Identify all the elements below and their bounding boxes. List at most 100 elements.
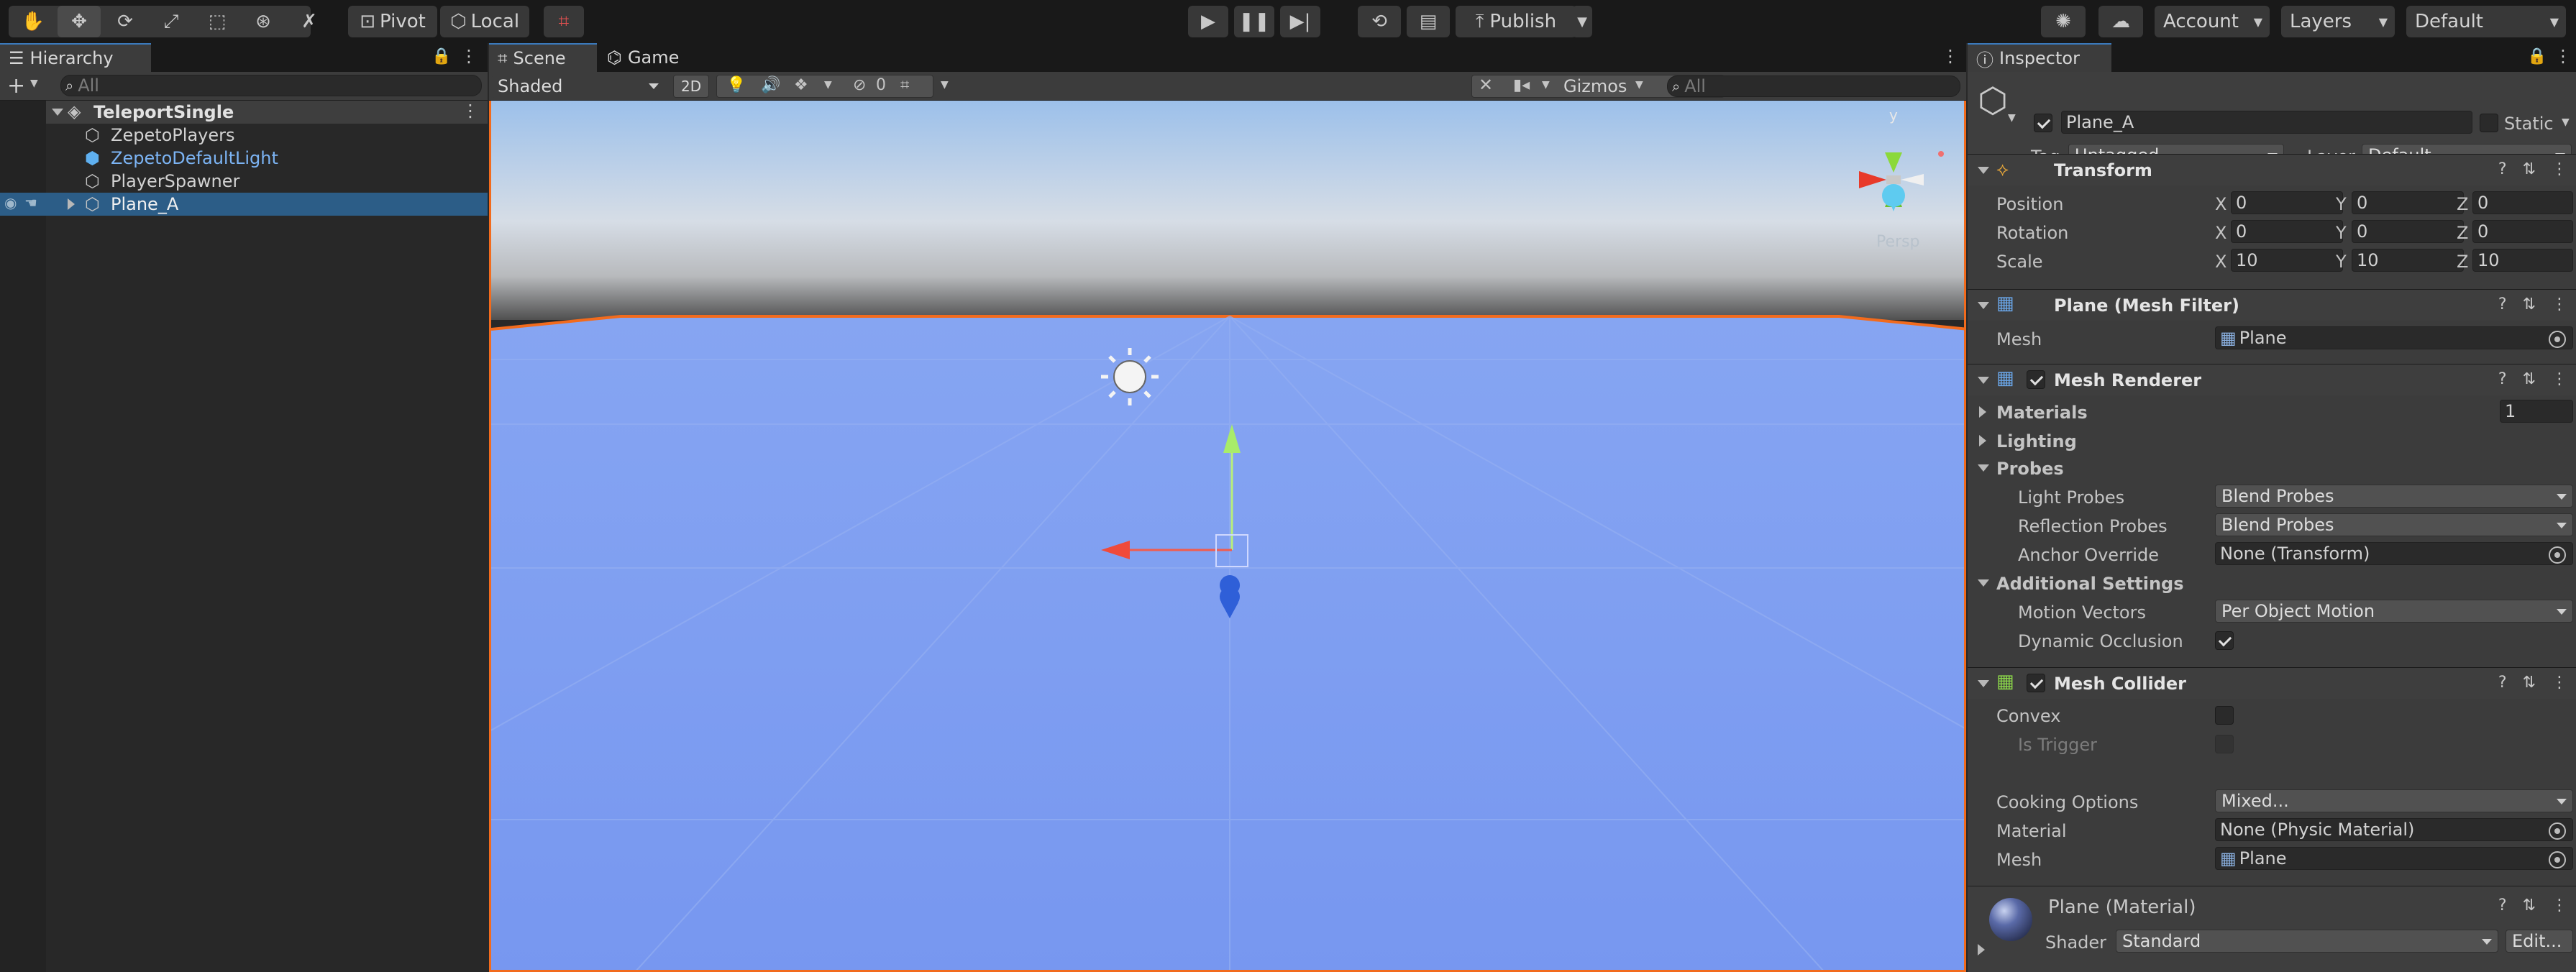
chevron-down-icon[interactable]: ▼ — [2008, 112, 2016, 124]
hand-tool-button[interactable]: ✋ — [12, 6, 55, 37]
pause-button[interactable]: ❚❚ — [1234, 6, 1274, 37]
camera-icon[interactable]: ▮◂ — [1513, 76, 1530, 94]
chevron-down-icon[interactable]: ▼ — [1542, 79, 1550, 91]
hierarchy-item-selected[interactable]: ◉ ☚ ⬡ Plane_A — [0, 193, 488, 216]
chevron-down-icon[interactable]: ▼ — [30, 78, 38, 89]
mesh-collider-enabled-checkbox[interactable] — [2027, 674, 2045, 692]
chevron-down-icon[interactable]: ▼ — [824, 79, 832, 91]
position-x-field[interactable]: 0 — [2231, 191, 2343, 214]
fold-arrow[interactable] — [1979, 435, 1986, 446]
kebab-menu-icon[interactable]: ⋮ — [2552, 370, 2567, 388]
mesh-object-field[interactable]: ▦ Plane — [2215, 326, 2573, 349]
preset-icon[interactable]: ⇅ — [2523, 370, 2536, 388]
pickable-hand-icon[interactable]: ☚ — [24, 194, 37, 211]
pivot-toggle-button[interactable]: ⊡ Pivot — [348, 6, 437, 37]
materials-row[interactable]: Materials 1 — [1968, 400, 2576, 426]
rotate-tool-button[interactable]: ⟳ — [104, 6, 147, 37]
tab-inspector[interactable]: ⓘ Inspector — [1968, 43, 2111, 72]
kebab-menu-icon[interactable]: ⋮ — [2552, 295, 2567, 313]
chevron-down-icon[interactable]: ▼ — [2562, 116, 2570, 128]
kebab-menu-icon[interactable]: ⋮ — [2552, 897, 2567, 914]
fold-arrow[interactable] — [68, 198, 75, 210]
scale-tool-button[interactable]: ⤢ — [150, 6, 193, 37]
scene-row[interactable]: ◈ TeleportSingle ⋮ — [46, 101, 488, 124]
additional-settings-row[interactable]: Additional Settings — [1968, 571, 2576, 597]
layout-dropdown[interactable]: Default ▼ — [2406, 6, 2566, 37]
static-checkbox[interactable] — [2480, 114, 2498, 132]
active-checkbox[interactable] — [2034, 114, 2052, 132]
shader-dropdown[interactable]: Standard — [2116, 930, 2498, 953]
kebab-menu-icon[interactable]: ⋮ — [1942, 46, 1959, 66]
motion-vectors-dropdown[interactable]: Per Object Motion — [2215, 600, 2573, 623]
visibility-eye-icon[interactable]: ◉ — [4, 194, 17, 211]
lighting-bulb-icon[interactable]: 💡 — [726, 76, 746, 94]
probes-row[interactable]: Probes — [1968, 456, 2576, 482]
mesh-filter-component-header[interactable]: ▦ Plane (Mesh Filter) ? ⇅ ⋮ — [1968, 289, 2576, 321]
fold-arrow[interactable] — [1978, 579, 1989, 587]
fold-arrow[interactable] — [1978, 167, 1989, 174]
scene-search-input[interactable]: ⌕ All — [1667, 75, 1960, 97]
hierarchy-item[interactable]: ⬢ ZepetoDefaultLight — [46, 147, 488, 170]
tools-cross-icon[interactable]: ✕ — [1479, 75, 1493, 95]
move-tool-button[interactable]: ✥ — [58, 6, 101, 37]
light-probes-dropdown[interactable]: Blend Probes — [2215, 485, 2573, 508]
kebab-menu-icon[interactable]: ⋮ — [2552, 674, 2567, 692]
materials-size-field[interactable]: 1 — [2500, 400, 2573, 423]
shading-mode-dropdown[interactable]: Shaded — [492, 75, 664, 98]
transform-tool-button[interactable]: ⊛ — [242, 6, 285, 37]
object-picker-icon[interactable] — [2549, 331, 2566, 348]
anchor-override-field[interactable]: None (Transform) — [2215, 542, 2573, 565]
fold-arrow[interactable] — [1978, 377, 1989, 384]
kebab-menu-icon[interactable]: ⋮ — [2552, 160, 2567, 178]
scale-y-field[interactable]: 10 — [2352, 249, 2464, 272]
lock-icon[interactable]: 🔒 — [431, 47, 451, 65]
transform-component-header[interactable]: ⟡ Transform ? ⇅ ⋮ — [1968, 154, 2576, 185]
hidden-objects-icon[interactable]: ⊘ — [853, 76, 866, 94]
cooking-options-dropdown[interactable]: Mixed... — [2215, 789, 2573, 812]
rect-tool-button[interactable]: ⬚ — [196, 6, 239, 37]
kebab-menu-icon[interactable]: ⋮ — [460, 46, 478, 66]
hierarchy-item[interactable]: ⬡ ZepetoPlayers — [46, 124, 488, 147]
physic-material-field[interactable]: None (Physic Material) — [2215, 818, 2573, 841]
account-dropdown[interactable]: Account ▼ — [2155, 6, 2270, 37]
object-picker-icon[interactable] — [2549, 851, 2566, 868]
dynamic-occlusion-checkbox[interactable] — [2215, 631, 2234, 650]
kebab-menu-icon[interactable]: ⋮ — [462, 101, 479, 121]
object-picker-icon[interactable] — [2549, 546, 2566, 564]
cloud-button[interactable]: ☁ — [2098, 6, 2143, 37]
effects-icon[interactable]: ❖ — [794, 76, 808, 94]
rotation-z-field[interactable]: 0 — [2472, 220, 2573, 243]
scale-z-field[interactable]: 10 — [2472, 249, 2573, 272]
fold-arrow[interactable] — [1979, 406, 1986, 418]
scene-viewport[interactable]: y Persp — [489, 101, 1966, 972]
layers-dropdown[interactable]: Layers ▼ — [2281, 6, 2395, 37]
settings-button[interactable]: ✺ — [2041, 6, 2086, 37]
refresh-button[interactable]: ⟲ — [1358, 6, 1401, 37]
fold-arrow[interactable] — [52, 109, 63, 116]
kebab-menu-icon[interactable]: ⋮ — [2554, 46, 2572, 66]
reflection-probes-dropdown[interactable]: Blend Probes — [2215, 513, 2573, 536]
help-icon[interactable]: ? — [2498, 674, 2507, 692]
fold-arrow[interactable] — [1978, 464, 1989, 472]
lighting-row[interactable]: Lighting — [1968, 428, 2576, 454]
mesh-renderer-enabled-checkbox[interactable] — [2027, 370, 2045, 389]
2d-toggle-button[interactable]: 2D — [673, 75, 709, 98]
tab-scene[interactable]: ⌗ Scene — [489, 43, 597, 72]
help-icon[interactable]: ? — [2498, 897, 2507, 914]
preset-icon[interactable]: ⇅ — [2523, 160, 2536, 178]
edit-shader-button[interactable]: Edit... — [2506, 930, 2573, 953]
grid-snap-button[interactable]: ⌗ — [544, 6, 584, 37]
preset-icon[interactable]: ⇅ — [2523, 674, 2536, 692]
chevron-down-icon[interactable]: ▼ — [941, 79, 949, 91]
preset-icon[interactable]: ⇅ — [2523, 295, 2536, 313]
object-picker-icon[interactable] — [2549, 822, 2566, 840]
add-icon[interactable]: + — [7, 73, 25, 98]
mesh-renderer-component-header[interactable]: ▦ Mesh Renderer ? ⇅ ⋮ — [1968, 364, 2576, 395]
tab-game[interactable]: ⌬ Game — [598, 43, 706, 72]
fold-arrow[interactable] — [1978, 680, 1989, 687]
screen-build-button[interactable]: ▤ — [1407, 6, 1450, 37]
grid-visibility-icon[interactable]: ⌗ — [900, 76, 909, 94]
audio-speaker-icon[interactable]: 🔊 — [761, 76, 780, 94]
fold-arrow[interactable] — [1978, 302, 1989, 309]
preset-icon[interactable]: ⇅ — [2523, 897, 2536, 914]
